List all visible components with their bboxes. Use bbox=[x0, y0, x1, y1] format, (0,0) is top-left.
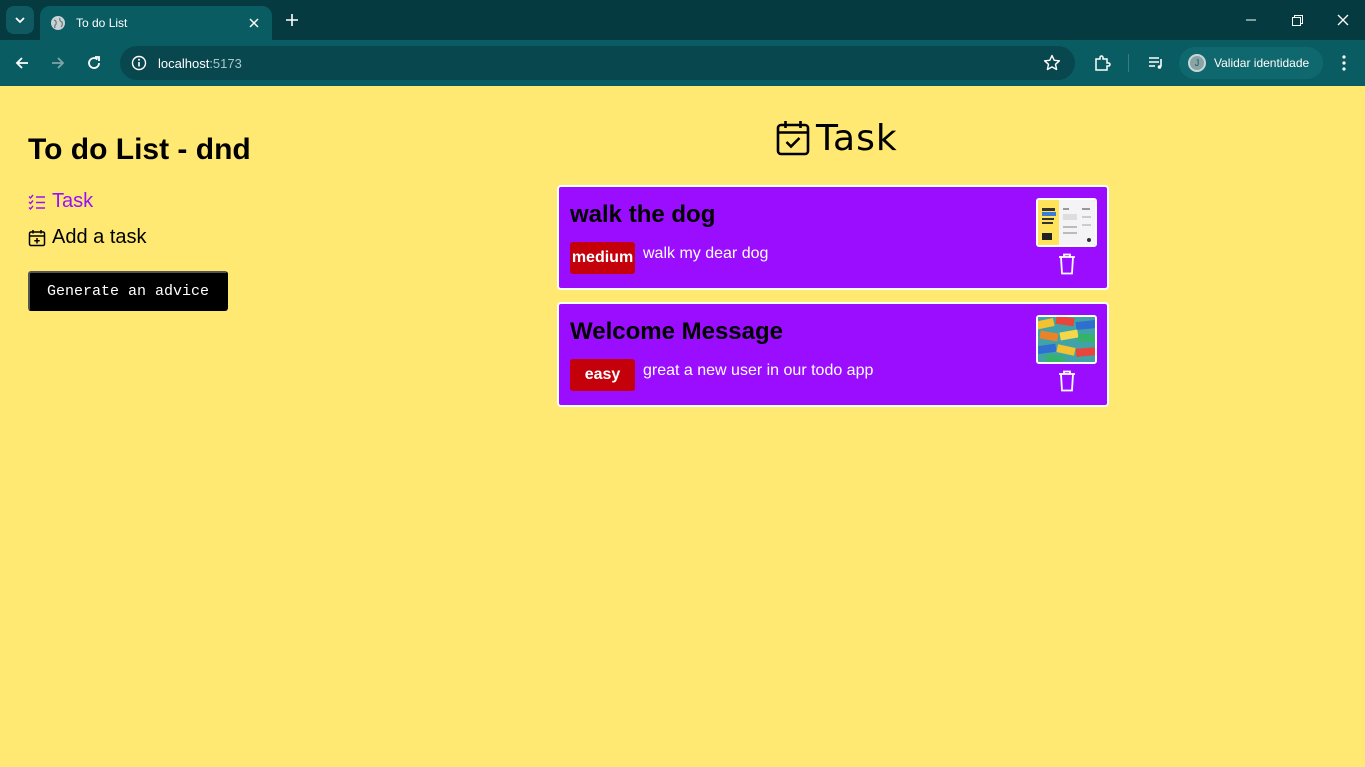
back-button[interactable] bbox=[10, 51, 34, 75]
bookmark-star-icon[interactable] bbox=[1043, 54, 1061, 72]
checklist-icon bbox=[28, 193, 46, 211]
nav-item-task[interactable]: Task bbox=[28, 190, 93, 213]
playlist-icon bbox=[1149, 57, 1162, 69]
task-description: walk my dear dog bbox=[643, 245, 769, 262]
reload-button[interactable] bbox=[82, 51, 106, 75]
arrow-left-icon bbox=[15, 57, 28, 69]
calendar-check-icon bbox=[776, 120, 812, 158]
page-heading: Task bbox=[776, 118, 898, 159]
browser-menu-button[interactable] bbox=[1334, 51, 1354, 75]
address-bar[interactable]: localhost:5173 bbox=[120, 46, 1075, 80]
site-info-icon[interactable] bbox=[122, 46, 156, 80]
browser-tab[interactable]: To do List bbox=[40, 6, 272, 40]
extensions-button[interactable] bbox=[1090, 51, 1114, 75]
trash-icon[interactable] bbox=[1057, 253, 1077, 275]
close-window-button[interactable] bbox=[1320, 0, 1365, 40]
restore-icon bbox=[1291, 14, 1303, 26]
url-port: :5173 bbox=[209, 55, 242, 71]
difficulty-badge: easy bbox=[570, 359, 635, 391]
tab-search-button[interactable] bbox=[6, 6, 34, 34]
reload-icon bbox=[88, 56, 100, 69]
toolbar-divider bbox=[1128, 54, 1129, 72]
url-host: localhost bbox=[158, 55, 210, 71]
task-thumbnail bbox=[1036, 198, 1097, 247]
task-thumbnail bbox=[1036, 315, 1097, 364]
profile-label: Validar identidade bbox=[1214, 56, 1310, 70]
minimize-button[interactable] bbox=[1228, 0, 1274, 40]
generate-advice-button[interactable]: Generate an advice bbox=[28, 271, 228, 311]
task-card[interactable]: Welcome Message easy great a new user in… bbox=[557, 302, 1109, 407]
task-title: walk the dog bbox=[570, 201, 716, 228]
browser-toolbar: localhost:5173 J Validar identidade bbox=[0, 40, 1365, 86]
task-card[interactable]: walk the dog medium walk my dear dog bbox=[557, 185, 1109, 290]
puzzle-icon bbox=[1095, 55, 1111, 71]
more-vertical-icon bbox=[1342, 55, 1346, 71]
chevron-down-icon bbox=[15, 17, 25, 24]
difficulty-badge: medium bbox=[570, 242, 635, 274]
profile-button[interactable]: J Validar identidade bbox=[1179, 47, 1323, 79]
nav-item-label: Add a task bbox=[52, 226, 147, 248]
plus-icon bbox=[286, 14, 298, 26]
app-title: To do List - dnd bbox=[28, 133, 251, 166]
minimize-icon bbox=[1246, 19, 1256, 21]
trash-icon[interactable] bbox=[1057, 370, 1077, 392]
forward-button[interactable] bbox=[46, 51, 70, 75]
tab-title: To do List bbox=[76, 16, 128, 30]
calendar-plus-icon bbox=[28, 229, 46, 247]
new-tab-button[interactable] bbox=[282, 10, 302, 30]
globe-icon bbox=[50, 15, 66, 31]
task-description: great a new user in our todo app bbox=[643, 362, 874, 379]
browser-tab-strip: To do List bbox=[0, 0, 1365, 40]
arrow-right-icon bbox=[52, 57, 65, 69]
close-tab-icon[interactable] bbox=[246, 15, 262, 31]
heading-text: Task bbox=[816, 118, 898, 159]
nav-item-add-task[interactable]: Add a task bbox=[28, 226, 147, 249]
media-controls-button[interactable] bbox=[1144, 51, 1168, 75]
avatar: J bbox=[1188, 54, 1206, 72]
restore-button[interactable] bbox=[1274, 0, 1320, 40]
nav-item-label: Task bbox=[52, 190, 94, 212]
task-title: Welcome Message bbox=[570, 318, 783, 345]
close-icon bbox=[1337, 14, 1349, 26]
